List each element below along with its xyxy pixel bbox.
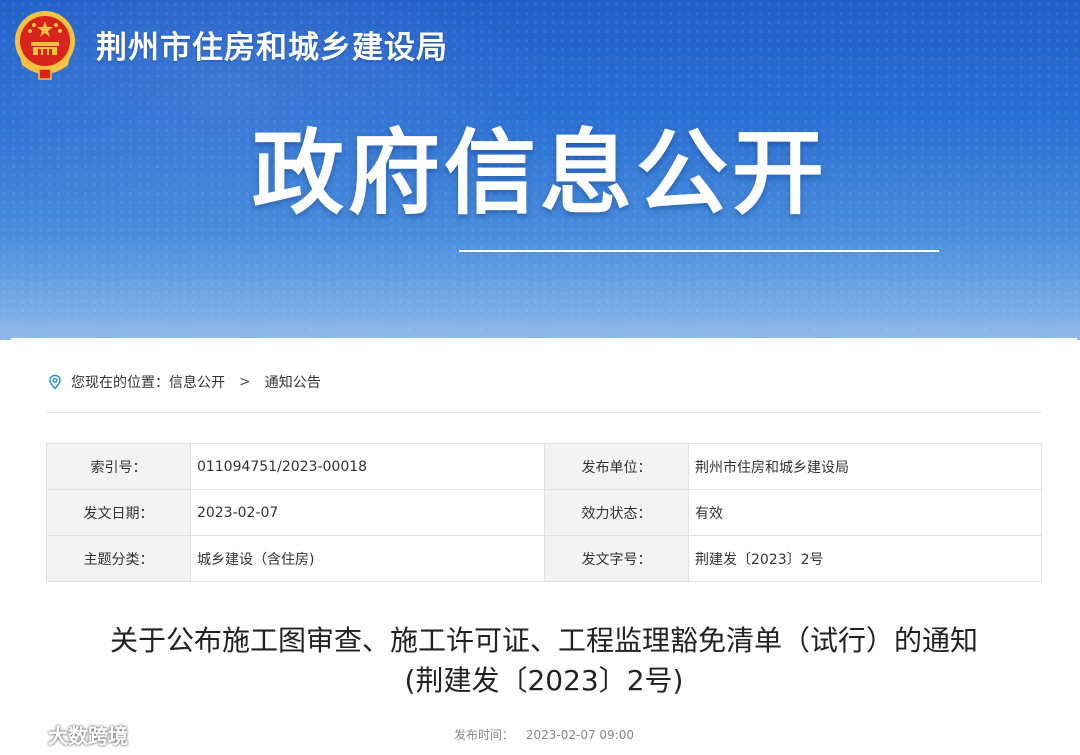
table-row: 主题分类： 城乡建设（含住房) 发文字号： 荆建发〔2023〕2号 [46, 535, 1043, 582]
meta-value-index-number: 011094751/2023-00018 [189, 443, 546, 490]
meta-key-subject-category: 主题分类： [46, 535, 191, 582]
breadcrumb: 您现在的位置： 信息公开 > 通知公告 [47, 372, 321, 392]
meta-value-publisher: 荆州市住房和城乡建设局 [687, 443, 1043, 490]
table-row: 发文日期： 2023-02-07 效力状态： 有效 [46, 489, 1043, 536]
meta-key-validity-status: 效力状态： [544, 489, 689, 536]
meta-key-publisher: 发布单位： [544, 443, 689, 490]
meta-key-document-number: 发文字号： [544, 535, 689, 582]
banner-title-underline [459, 250, 939, 252]
breadcrumb-separator: > [239, 374, 251, 390]
document-title-line1: 关于公布施工图审查、施工许可证、工程监理豁免清单（试行）的通知 [109, 624, 978, 657]
meta-value-validity-status: 有效 [687, 489, 1043, 536]
breadcrumb-divider [47, 412, 1041, 413]
location-pin-icon [49, 374, 61, 390]
document-meta-table: 索引号： 011094751/2023-00018 发布单位： 荆州市住房和城乡… [46, 443, 1043, 582]
watermark-text: 大数跨境 [48, 723, 128, 748]
breadcrumb-item-info-disclosure[interactable]: 信息公开 [169, 372, 225, 392]
document-title: 关于公布施工图审查、施工许可证、工程监理豁免清单（试行）的通知 (荆建发〔202… [11, 621, 1077, 701]
meta-value-subject-category: 城乡建设（含住房) [189, 535, 546, 582]
watermark: 大数跨境 [6, 718, 128, 750]
document-title-line2: (荆建发〔2023〕2号) [404, 664, 684, 697]
publish-time-label: 发布时间： [454, 728, 515, 742]
watermark-logo-icon [6, 723, 42, 743]
banner-title: 政府信息公开 [252, 120, 829, 227]
content-panel: 您现在的位置： 信息公开 > 通知公告 索引号： 011094751/2023-… [11, 338, 1077, 755]
breadcrumb-prefix: 您现在的位置： [71, 375, 169, 391]
publish-time: 发布时间： 2023-02-07 09:00 [11, 726, 1077, 743]
meta-value-issue-date: 2023-02-07 [189, 489, 546, 536]
site-name[interactable]: 荆州市住房和城乡建设局 [96, 22, 448, 67]
publish-time-value: 2023-02-07 09:00 [525, 728, 634, 742]
breadcrumb-item-notices[interactable]: 通知公告 [265, 372, 321, 392]
header-banner: 荆州市住房和城乡建设局 政府信息公开 [0, 0, 1080, 340]
meta-key-index-number: 索引号： [46, 443, 191, 490]
meta-key-issue-date: 发文日期： [46, 489, 191, 536]
meta-value-document-number: 荆建发〔2023〕2号 [687, 535, 1043, 582]
table-row: 索引号： 011094751/2023-00018 发布单位： 荆州市住房和城乡… [46, 443, 1043, 490]
national-emblem-icon[interactable] [12, 9, 78, 81]
